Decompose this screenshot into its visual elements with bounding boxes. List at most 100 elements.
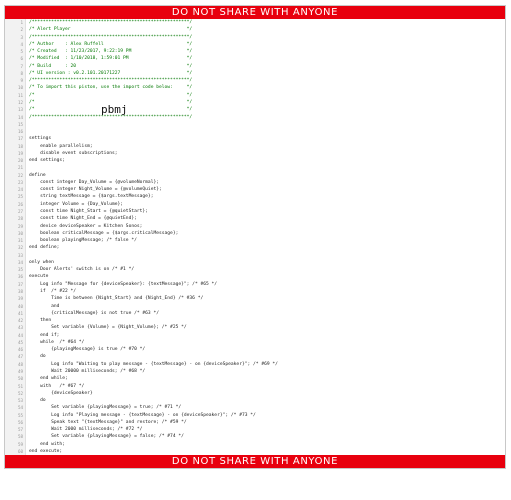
line-number: 20 [17, 158, 23, 164]
line-number: 38 [17, 288, 23, 294]
line-number: 58 [17, 434, 23, 440]
line-number: 15 [17, 121, 23, 127]
code-line: end if; [29, 332, 60, 338]
line-number: 5 [20, 49, 23, 55]
line-number: 53 [17, 398, 23, 404]
line-number: 43 [17, 325, 23, 331]
line-number: 47 [17, 354, 23, 360]
code-line: boolean playingMessage; /* false */ [29, 238, 137, 244]
line-number: 35 [17, 267, 23, 273]
code-line: /* To import this piston, use the import… [29, 85, 193, 91]
line-number: 30 [17, 230, 23, 236]
line-number: 50 [17, 376, 23, 382]
line-number: 4 [20, 41, 23, 47]
line-number: 42 [17, 318, 23, 324]
line-number: 39 [17, 296, 23, 302]
code-line: execute [29, 274, 49, 280]
line-number: 34 [17, 259, 23, 265]
code-line: /* Created : 11/23/2017, 9:22:19 PM */ [29, 49, 193, 55]
line-number: 24 [17, 187, 23, 193]
code-line: Log info "Message for {deviceSpeaker}: {… [29, 281, 218, 287]
code-line: with /* #67 */ [29, 383, 85, 389]
code-line: string textMessage = {$args.textMessage}… [29, 194, 154, 200]
line-number: 45 [17, 339, 23, 345]
code-line: do [29, 398, 46, 404]
line-number: 11 [17, 92, 23, 98]
line-number: 16 [17, 129, 23, 135]
code-line: /* Modified : 1/10/2018, 1:59:01 PM */ [29, 56, 193, 62]
line-number: 37 [17, 281, 23, 287]
code-line: /***************************************… [29, 78, 193, 84]
code-line: /* Build : 20 */ [29, 63, 193, 69]
code-line: /* Alert Player */ [29, 27, 193, 33]
line-number: 54 [17, 405, 23, 411]
code-line: /* Author : Alex Ruffell */ [29, 41, 193, 47]
code-line: Log info "Waiting to play message - {tex… [29, 361, 278, 367]
line-number: 51 [17, 383, 23, 389]
line-number: 10 [17, 85, 23, 91]
line-number: 1 [20, 20, 23, 25]
code-line: if /* #22 */ [29, 288, 77, 294]
line-number: 52 [17, 390, 23, 396]
line-number: 22 [17, 172, 23, 178]
code-line: end while; [29, 376, 68, 382]
line-number: 40 [17, 303, 23, 309]
warning-banner-bottom: DO NOT SHARE WITH ANYONE [5, 455, 505, 468]
code-line: disable event subscriptions; [29, 150, 118, 156]
line-number: 32 [17, 245, 23, 251]
code-line: define [29, 172, 46, 178]
line-number: 9 [20, 78, 23, 84]
code-line: Wait 20000 milliseconds; /* #68 */ [29, 368, 146, 374]
code-line: device deviceSpeaker = Kitchen Sonos; [29, 223, 143, 229]
line-number: 48 [17, 361, 23, 367]
code-line: Log info "Playing message - {textMessage… [29, 412, 256, 418]
code-line: /***************************************… [29, 34, 193, 40]
code-line: const integer Day_Volume = {@volumeNorma… [29, 179, 159, 185]
code-line: Set variable {playingMessage} = true; /*… [29, 405, 182, 411]
code-line: Time is between {Night_Start} and {Night… [29, 296, 204, 302]
code-line: then [29, 318, 52, 324]
line-number: 49 [17, 368, 23, 374]
code-line: const time Night_End = {@quietEnd}; [29, 216, 137, 222]
code-line: Speak text "{textMessage}" and restore; … [29, 419, 187, 425]
code-line: const time Night_Start = {@quietStart}; [29, 209, 148, 215]
code-line: Set variable {playingMessage} = false; /… [29, 434, 184, 440]
line-number: 12 [17, 99, 23, 105]
line-number: 21 [17, 165, 23, 171]
line-number: 27 [17, 209, 23, 215]
line-number: 23 [17, 179, 23, 185]
line-number: 8 [20, 70, 23, 76]
line-number: 36 [17, 274, 23, 280]
warning-banner-top: DO NOT SHARE WITH ANYONE [5, 6, 505, 19]
line-number: 2 [20, 27, 23, 33]
line-number: 7 [20, 63, 23, 69]
line-number: 44 [17, 332, 23, 338]
code-line: Wait 2000 milliseconds; /* #72 */ [29, 427, 143, 433]
line-number: 31 [17, 238, 23, 244]
code-line: end with; [29, 441, 65, 447]
line-number: 17 [17, 136, 23, 142]
code-line: end settings; [29, 158, 65, 164]
line-number: 28 [17, 216, 23, 222]
code-line: /* UI version : v0.2.101.20171227 */ [29, 70, 193, 76]
piston-viewer: DO NOT SHARE WITH ANYONE 1 /*************… [4, 5, 506, 469]
code-line: and [29, 303, 60, 309]
code-line: {deviceSpeaker} [29, 390, 93, 396]
code-line: while /* #64 */ [29, 339, 85, 345]
line-number: 29 [17, 223, 23, 229]
code-line: {playingMessage} is true /* #70 */ [29, 347, 146, 353]
code-line: /***************************************… [29, 20, 193, 25]
line-number: 56 [17, 419, 23, 425]
code-line: Door Alerts' switch is on /* #1 */ [29, 267, 135, 273]
line-number: 41 [17, 310, 23, 316]
line-number: 26 [17, 201, 23, 207]
line-number: 13 [17, 107, 23, 113]
code-line: /* */ [29, 92, 193, 98]
code-line: integer Volume = {Day_Volume}; [29, 201, 124, 207]
line-number: 14 [17, 114, 23, 120]
line-number: 33 [17, 252, 23, 258]
line-number: 3 [20, 34, 23, 40]
code-line: end define; [29, 245, 60, 251]
line-number: 55 [17, 412, 23, 418]
code-line: do [29, 354, 46, 360]
